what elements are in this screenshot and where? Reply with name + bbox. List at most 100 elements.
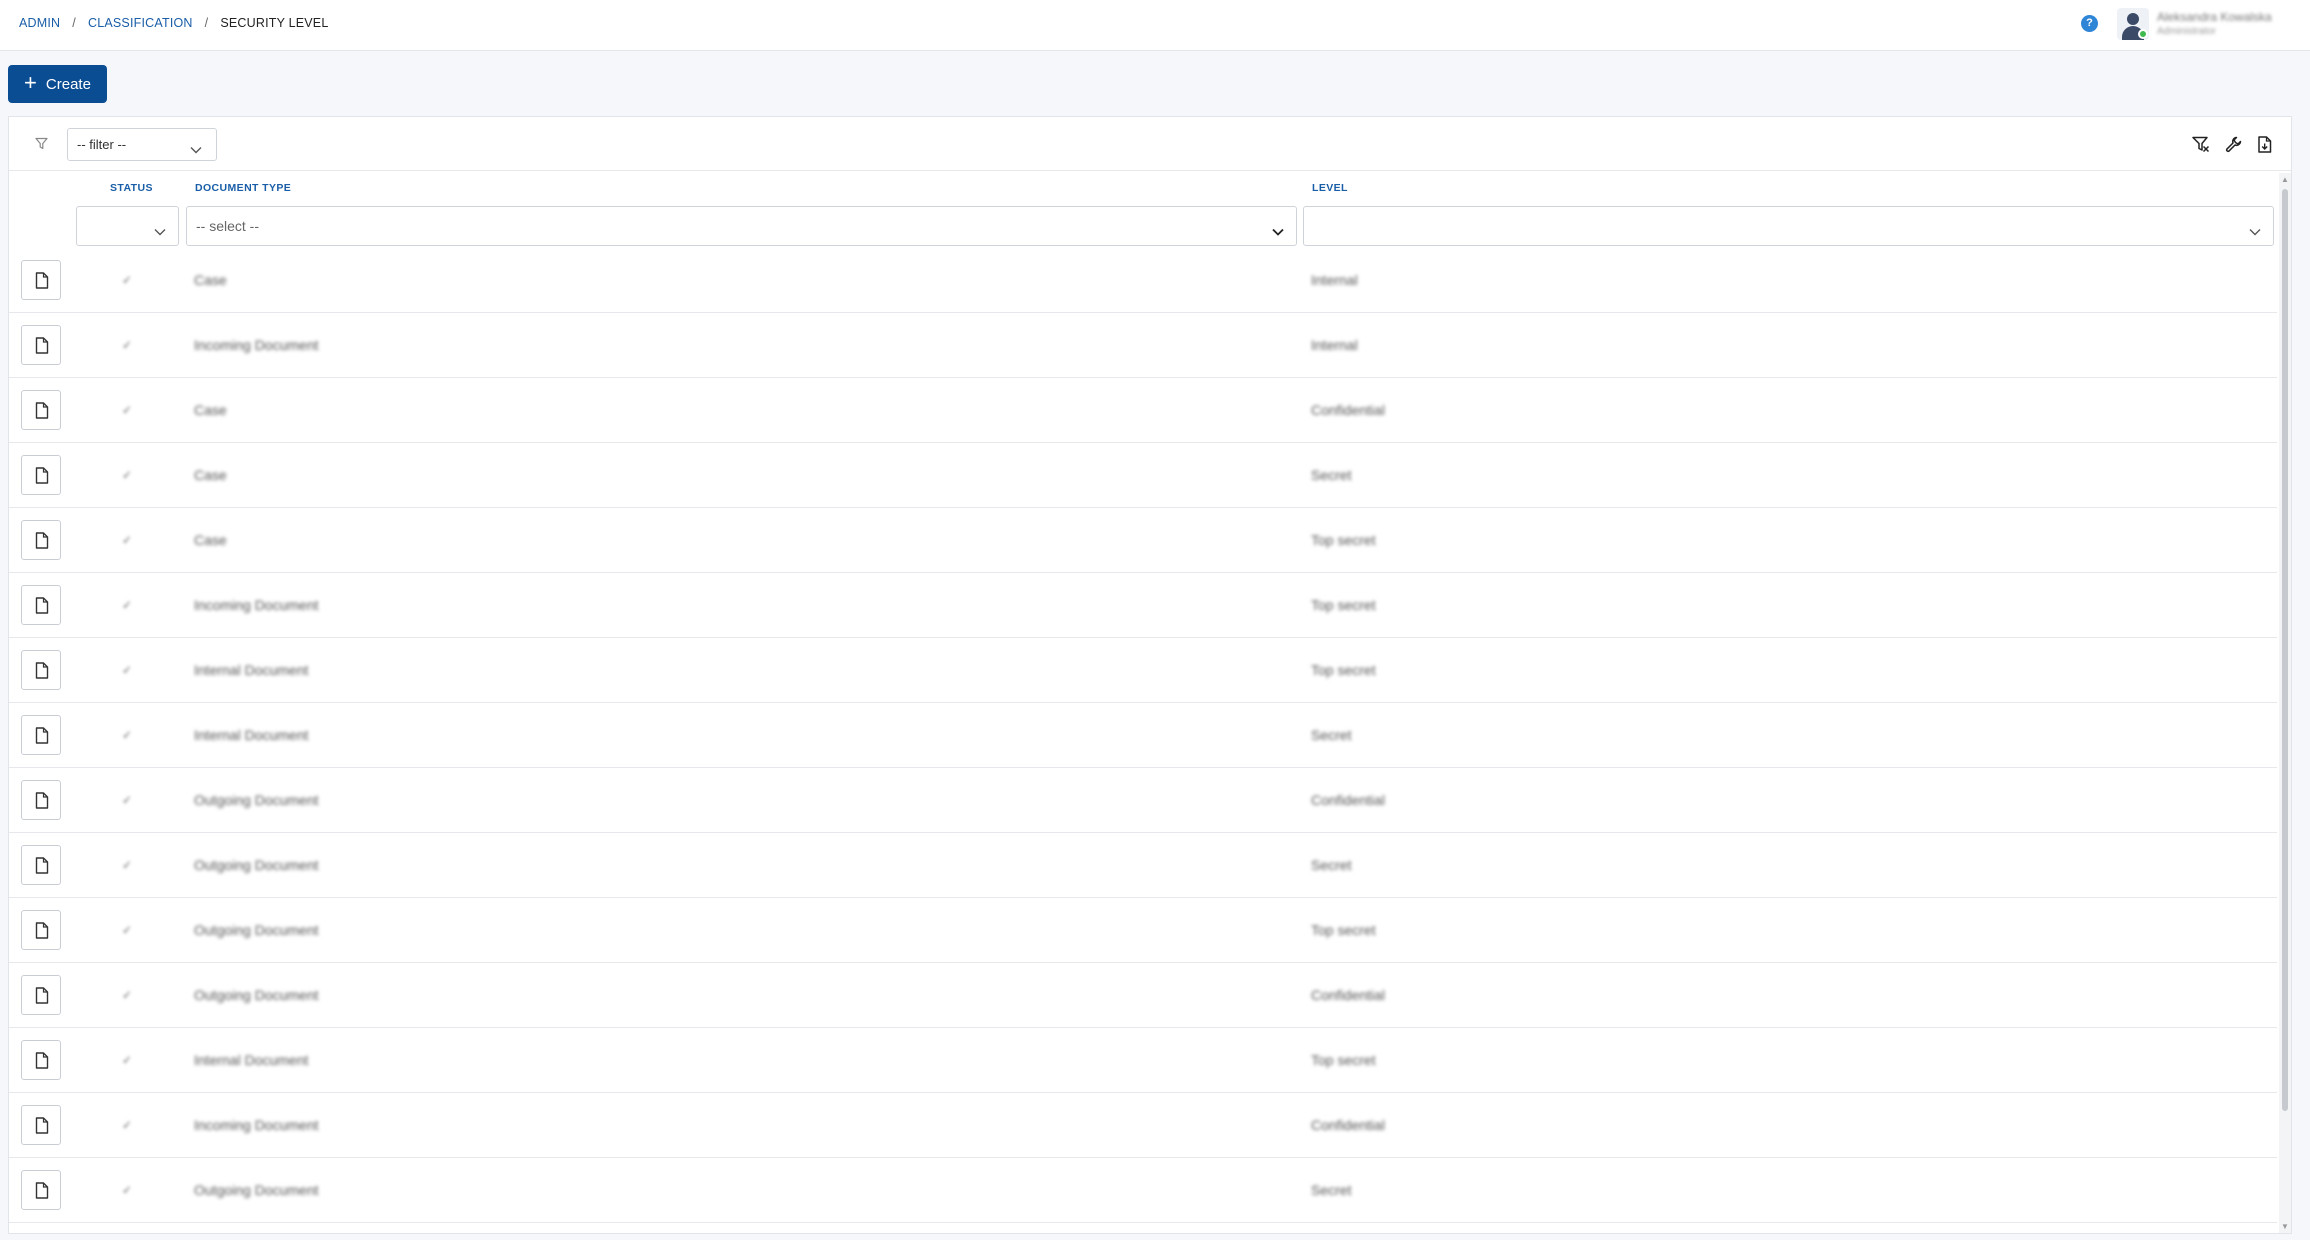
table-row[interactable]: ✓ Outgoing Document Confidential [9, 768, 2277, 833]
table-row[interactable]: ✓ Internal Document Secret [9, 703, 2277, 768]
open-record-button[interactable] [21, 390, 61, 430]
document-icon [35, 597, 49, 614]
funnel-icon[interactable] [35, 137, 48, 155]
table-row[interactable]: ✓ Outgoing Document Top secret [9, 898, 2277, 963]
column-header-document-type[interactable]: DOCUMENT TYPE [195, 182, 291, 194]
open-record-button[interactable] [21, 585, 61, 625]
document-icon [35, 402, 49, 419]
document-icon [35, 792, 49, 809]
status-filter-select[interactable] [76, 206, 179, 246]
status-cell: ✓ [122, 1183, 133, 1197]
open-record-button[interactable] [21, 325, 61, 365]
clear-filter-icon[interactable] [2192, 136, 2210, 158]
table-row[interactable]: ✓ Internal Document Top secret [9, 1028, 2277, 1093]
user-role: Administrator [2157, 26, 2216, 37]
online-status-icon [2138, 29, 2148, 39]
open-record-button[interactable] [21, 845, 61, 885]
open-record-button[interactable] [21, 650, 61, 690]
status-cell: ✓ [122, 403, 133, 417]
level-cell: Top secret [1311, 1052, 1376, 1068]
level-cell: Top secret [1311, 532, 1376, 548]
level-cell: Confidential [1311, 792, 1385, 808]
status-cell: ✓ [122, 858, 133, 872]
wrench-icon[interactable] [2225, 136, 2242, 158]
document-icon [35, 532, 49, 549]
open-record-button[interactable] [21, 1105, 61, 1145]
level-cell: Secret [1311, 467, 1352, 483]
breadcrumb-current: SECURITY LEVEL [220, 16, 329, 30]
document-type-cell: Outgoing Document [194, 792, 319, 808]
column-header-level[interactable]: LEVEL [1312, 182, 1348, 194]
document-type-cell: Case [194, 272, 227, 288]
status-cell: ✓ [122, 923, 133, 937]
document-icon [35, 922, 49, 939]
breadcrumb: ADMIN / CLASSIFICATION / SECURITY LEVEL [19, 16, 329, 30]
level-cell: Secret [1311, 857, 1352, 873]
document-type-cell: Outgoing Document [194, 987, 319, 1003]
document-icon [35, 987, 49, 1004]
table-row[interactable]: ✓ Internal Document Top secret [9, 638, 2277, 703]
level-cell: Confidential [1311, 1117, 1385, 1133]
open-record-button[interactable] [21, 780, 61, 820]
open-record-button[interactable] [21, 455, 61, 495]
breadcrumb-separator: / [72, 16, 76, 30]
document-type-cell: Internal Document [194, 727, 309, 743]
open-record-button[interactable] [21, 910, 61, 950]
document-icon [35, 272, 49, 289]
create-button-label: Create [45, 75, 91, 93]
help-icon[interactable]: ? [2081, 15, 2098, 32]
table-row[interactable]: ✓ Outgoing Document Secret [9, 1158, 2277, 1223]
level-filter-select[interactable] [1303, 206, 2274, 246]
level-cell: Secret [1311, 1182, 1352, 1198]
status-cell: ✓ [122, 728, 133, 742]
document-icon [35, 1052, 49, 1069]
document-type-cell: Case [194, 402, 227, 418]
table-row[interactable]: ✓ Incoming Document Top secret [9, 573, 2277, 638]
avatar[interactable] [2117, 8, 2149, 40]
level-cell: Internal [1311, 337, 1358, 353]
breadcrumb-admin[interactable]: ADMIN [19, 16, 60, 30]
open-record-button[interactable] [21, 715, 61, 755]
open-record-button[interactable] [21, 1040, 61, 1080]
level-cell: Top secret [1311, 662, 1376, 678]
document-type-cell: Outgoing Document [194, 922, 319, 938]
vertical-scrollbar[interactable]: ▲ ▼ [2279, 173, 2291, 1233]
export-document-icon[interactable] [2257, 136, 2272, 158]
chevron-down-icon [154, 223, 166, 239]
document-type-cell: Incoming Document [194, 1117, 319, 1133]
status-cell: ✓ [122, 1053, 133, 1067]
document-icon [35, 337, 49, 354]
table-row[interactable]: ✓ Outgoing Document Secret [9, 833, 2277, 898]
document-type-cell: Outgoing Document [194, 857, 319, 873]
create-button[interactable]: + Create [8, 65, 107, 103]
table-row[interactable]: ✓ Case Internal [9, 248, 2277, 313]
open-record-button[interactable] [21, 520, 61, 560]
open-record-button[interactable] [21, 260, 61, 300]
open-record-button[interactable] [21, 1170, 61, 1210]
status-cell: ✓ [122, 1118, 133, 1132]
data-grid-panel: -- filter -- STATUS DOCUMENT TYPE LEVEL … [8, 116, 2292, 1234]
table-row[interactable]: ✓ Incoming Document Internal [9, 313, 2277, 378]
level-cell: Confidential [1311, 402, 1385, 418]
table-row[interactable]: ✓ Incoming Document Confidential [9, 1093, 2277, 1158]
table-row[interactable]: ✓ Outgoing Document Confidential [9, 963, 2277, 1028]
scrollbar-thumb[interactable] [2282, 189, 2288, 1111]
table-row[interactable]: ✓ Case Top secret [9, 508, 2277, 573]
status-cell: ✓ [122, 533, 133, 547]
plus-icon: + [24, 70, 37, 95]
document-icon [35, 727, 49, 744]
open-record-button[interactable] [21, 975, 61, 1015]
filter-select[interactable]: -- filter -- [67, 128, 217, 161]
column-header-status[interactable]: STATUS [110, 182, 153, 194]
table-row[interactable]: ✓ Case Secret [9, 443, 2277, 508]
table-row[interactable]: ✓ Case Confidential [9, 378, 2277, 443]
document-type-cell: Outgoing Document [194, 1182, 319, 1198]
scroll-down-arrow-icon[interactable]: ▼ [2281, 1222, 2289, 1231]
document-type-cell: Internal Document [194, 662, 309, 678]
document-type-filter-select[interactable]: -- select -- [186, 206, 1297, 246]
grid-toolbar: -- filter -- [9, 117, 2291, 171]
level-cell: Top secret [1311, 922, 1376, 938]
user-name[interactable]: Aleksandra Kowalska [2157, 10, 2272, 24]
breadcrumb-classification[interactable]: CLASSIFICATION [88, 16, 193, 30]
scroll-up-arrow-icon[interactable]: ▲ [2281, 175, 2289, 184]
